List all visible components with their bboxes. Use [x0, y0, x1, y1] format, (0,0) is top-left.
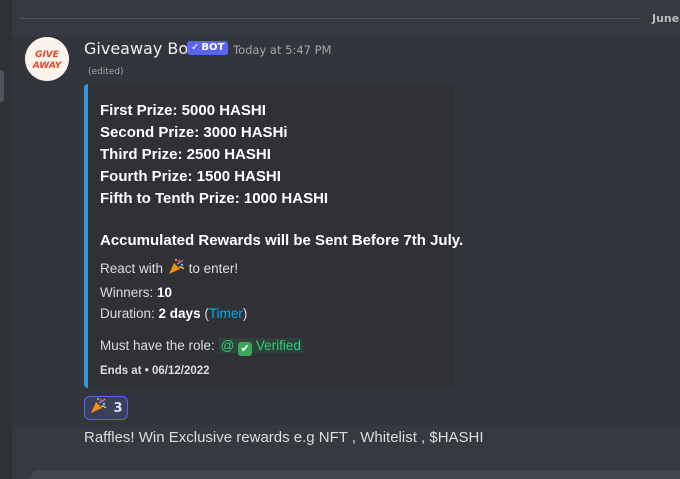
date-divider-line — [20, 18, 640, 19]
role-mention[interactable]: @ ✔ Verified — [218, 338, 303, 356]
winners-line: Winners: 10 — [100, 282, 463, 303]
channel-indicator — [0, 70, 4, 102]
role-at: @ — [220, 338, 235, 353]
message-timestamp[interactable]: Today at 5:47 PM — [233, 43, 331, 57]
svg-text:AWAY: AWAY — [32, 61, 63, 71]
ends-label: Ends at — [100, 365, 142, 377]
react-prefix: React with — [100, 261, 164, 276]
bot-tag: ✓ BOT — [187, 41, 229, 55]
reaction-count: 3 — [113, 400, 123, 416]
duration-label: Duration: — [100, 306, 155, 321]
edited-label: (edited) — [88, 67, 124, 77]
svg-text:GIVE: GIVE — [35, 50, 60, 60]
prize-line: Second Prize: 3000 HASHi — [100, 124, 288, 141]
react-instruction: React with to enter! — [100, 258, 463, 282]
bullet-separator: • — [144, 365, 152, 377]
embed-footer: Ends at • 06/12/2022 — [100, 365, 463, 377]
giveaway-embed: First Prize: 5000 HASHI Second Prize: 30… — [84, 84, 463, 388]
timer-link[interactable]: Timer — [209, 306, 243, 321]
react-suffix: to enter! — [188, 261, 239, 276]
server-sidebar-strip — [0, 0, 12, 479]
prize-line: Third Prize: 2500 HASHI — [100, 146, 271, 163]
party-popper-icon — [167, 258, 185, 282]
duration-value: 2 days — [158, 306, 201, 321]
prize-line: Fifth to Tenth Prize: 1000 HASHI — [100, 190, 329, 207]
date-divider-label: June 1 — [648, 12, 680, 25]
ends-date: 06/12/2022 — [151, 365, 210, 377]
check-icon: ✓ — [191, 42, 200, 53]
prize-line: Fourth Prize: 1500 HASHI — [100, 168, 281, 185]
role-requirement: Must have the role: @ ✔ Verified — [100, 338, 463, 356]
next-message-area — [30, 470, 680, 479]
party-popper-icon — [89, 397, 107, 419]
verified-check-icon: ✔ — [238, 342, 253, 356]
message-content: Raffles! Win Exclusive rewards e.g NFT ,… — [84, 429, 484, 446]
giveaway-logo-icon: GIVE AWAY — [25, 37, 69, 81]
winners-label: Winners: — [100, 285, 154, 300]
role-name: Verified — [255, 338, 301, 353]
duration-line: Duration: 2 days (Timer) — [100, 306, 248, 321]
accumulated-rewards-note: Accumulated Rewards will be Sent Before … — [100, 232, 464, 249]
prize-line: First Prize: 5000 HASHI — [100, 102, 266, 119]
bot-tag-label: BOT — [201, 42, 225, 53]
role-label: Must have the role: — [100, 338, 215, 353]
reaction-button[interactable]: 3 — [84, 396, 128, 420]
avatar[interactable]: GIVE AWAY — [25, 37, 69, 81]
winners-value: 10 — [157, 285, 173, 300]
